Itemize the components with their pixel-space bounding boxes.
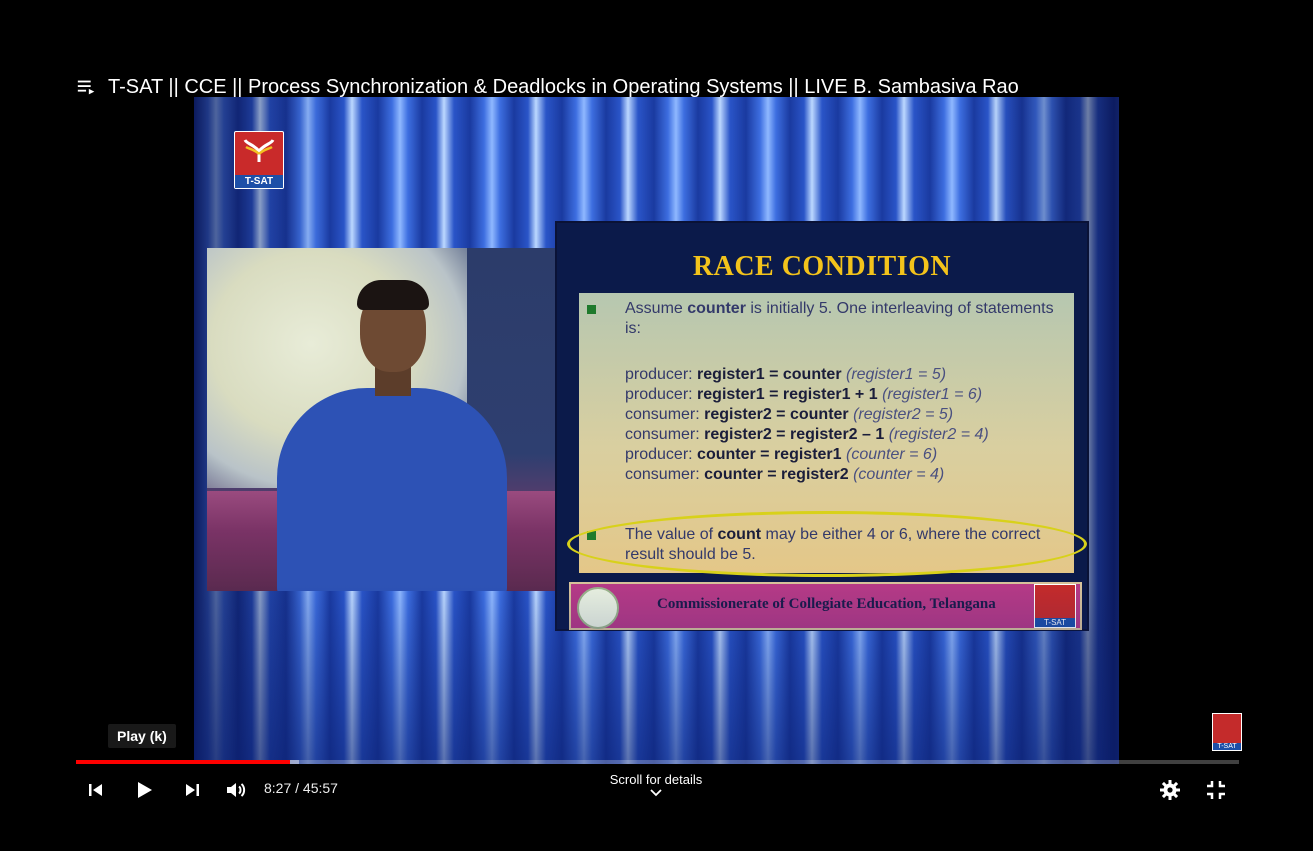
scroll-for-details[interactable]: Scroll for details bbox=[600, 772, 712, 797]
lecture-slide: RACE CONDITION Assume counter is initial… bbox=[555, 221, 1089, 631]
slide-intro: Assume counter is initially 5. One inter… bbox=[625, 300, 1054, 337]
presenter-hair bbox=[357, 280, 429, 310]
tsat-logo-label: T-SAT bbox=[235, 175, 283, 188]
presenter-video bbox=[207, 248, 555, 591]
code-line: consumer: counter = register2 (counter =… bbox=[625, 466, 945, 483]
chevron-down-icon bbox=[650, 789, 662, 797]
play-icon[interactable] bbox=[132, 778, 156, 802]
government-seal-icon bbox=[577, 587, 619, 629]
slide-title: RACE CONDITION bbox=[692, 251, 952, 282]
play-tooltip: Play (k) bbox=[108, 724, 176, 748]
presenter-torso bbox=[277, 388, 507, 591]
time-display: 8:27 / 45:57 bbox=[264, 780, 338, 796]
slide-footer: Commissionerate of Collegiate Education,… bbox=[569, 582, 1082, 630]
tsat-logo: T-SAT bbox=[234, 131, 284, 189]
previous-icon[interactable] bbox=[84, 778, 108, 802]
code-line: consumer: register2 = counter (register2… bbox=[625, 406, 954, 423]
tsat-emblem-icon bbox=[243, 139, 275, 162]
video-frame[interactable]: T-SAT RACE CONDITION Assume counter is i… bbox=[194, 97, 1119, 764]
code-line: producer: counter = register1 (counter =… bbox=[625, 446, 938, 463]
code-line: producer: register1 = counter (register1… bbox=[625, 366, 947, 383]
channel-watermark[interactable]: T-SAT bbox=[1212, 713, 1242, 751]
video-title[interactable]: T-SAT || CCE || Process Synchronization … bbox=[108, 76, 1019, 99]
slide-code-lines: producer: register1 = counter (register1… bbox=[625, 365, 989, 485]
tsat-footer-logo: T-SAT bbox=[1034, 584, 1076, 628]
code-line: consumer: register2 = register2 – 1 (reg… bbox=[625, 426, 989, 443]
volume-icon[interactable] bbox=[224, 778, 248, 802]
progress-played bbox=[76, 760, 290, 764]
scroll-hint-label: Scroll for details bbox=[609, 772, 703, 787]
progress-bar[interactable] bbox=[76, 760, 1239, 764]
code-line: producer: register1 = register1 + 1 (reg… bbox=[625, 386, 983, 403]
playlist-icon[interactable] bbox=[76, 76, 98, 98]
bullet-icon bbox=[587, 305, 596, 314]
slide-content: Assume counter is initially 5. One inter… bbox=[567, 293, 1087, 577]
slide-footer-text: Commissionerate of Collegiate Education,… bbox=[657, 596, 996, 612]
next-icon[interactable] bbox=[180, 778, 204, 802]
exit-fullscreen-icon[interactable] bbox=[1204, 778, 1228, 802]
highlight-ellipse bbox=[567, 511, 1087, 577]
settings-gear-icon[interactable] bbox=[1158, 778, 1182, 802]
